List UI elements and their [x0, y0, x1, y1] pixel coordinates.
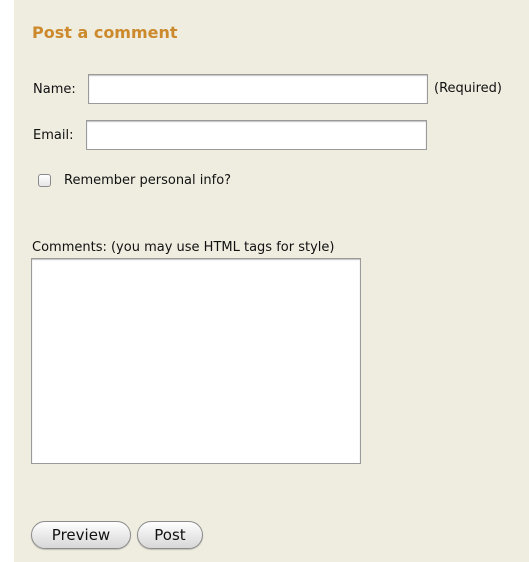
post-button[interactable]: Post	[137, 521, 203, 549]
name-field[interactable]	[88, 74, 428, 104]
remember-checkbox[interactable]	[38, 174, 51, 187]
email-label: Email:	[33, 128, 74, 143]
comment-form-panel: Post a comment Name: (Required) Email: R…	[14, 0, 529, 562]
comments-textarea[interactable]	[31, 258, 361, 464]
email-field[interactable]	[86, 120, 427, 150]
form-title: Post a comment	[32, 23, 178, 42]
preview-button[interactable]: Preview	[31, 521, 131, 549]
remember-label: Remember personal info?	[64, 173, 232, 188]
name-label: Name:	[33, 82, 76, 97]
comments-label: Comments: (you may use HTML tags for sty…	[32, 240, 335, 255]
required-note: (Required)	[434, 81, 503, 96]
